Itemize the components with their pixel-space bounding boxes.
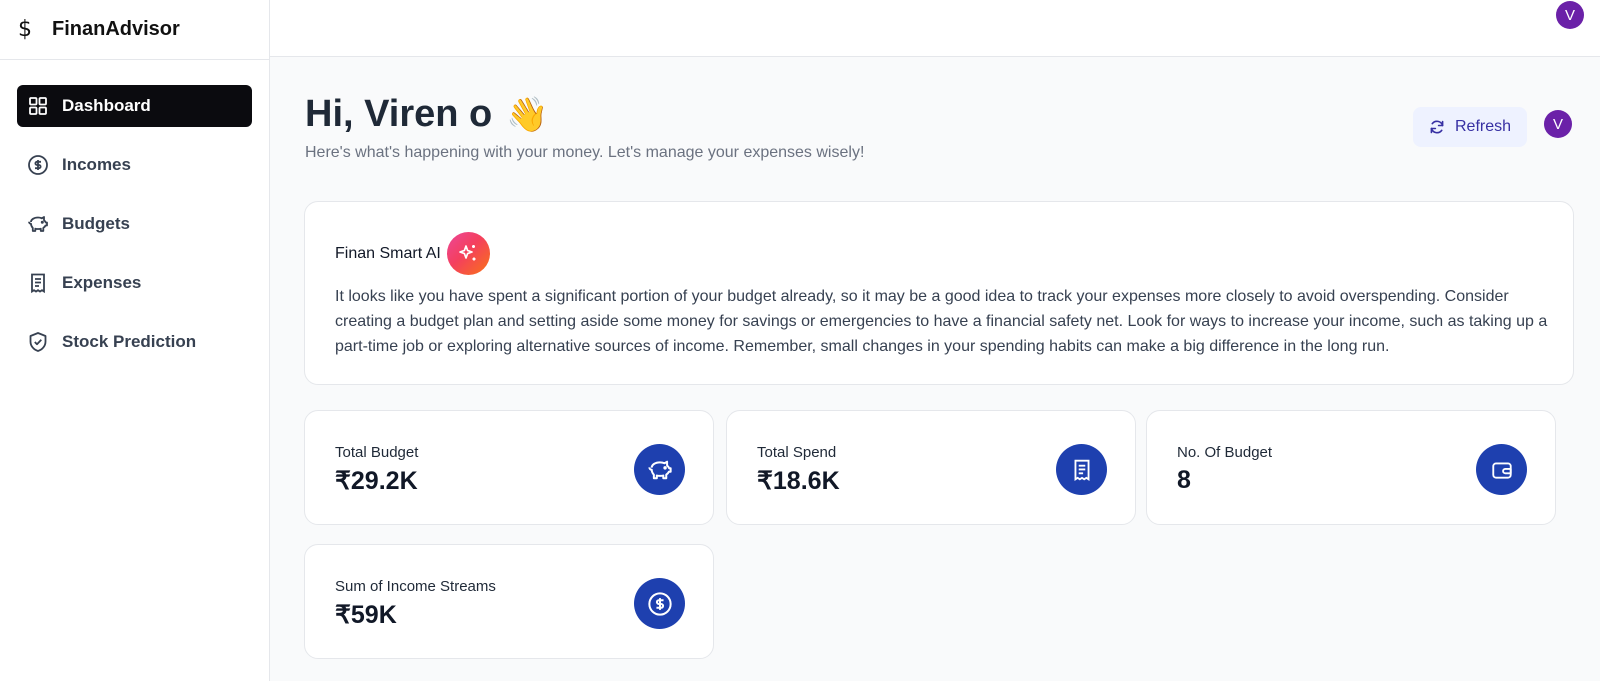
sidebar-item-incomes[interactable]: Incomes (17, 144, 252, 186)
stat-value: ₹18.6K (757, 467, 840, 495)
page-subtitle: Here's what's happening with your money.… (305, 144, 865, 161)
avatar[interactable]: V (1544, 110, 1572, 138)
grid-icon (27, 95, 49, 117)
app-name: FinanAdvisor (52, 18, 180, 40)
ai-card-header: Finan Smart AI (335, 232, 490, 275)
dollar-icon: $ (18, 17, 32, 42)
refresh-button[interactable]: Refresh (1413, 107, 1527, 147)
circle-dollar-icon (27, 154, 49, 176)
brand[interactable]: $ FinanAdvisor (0, 0, 269, 60)
sidebar-item-label: Dashboard (62, 96, 151, 115)
main-content: Hi, Viren o 👋 Here's what's happening wi… (270, 57, 1600, 681)
stat-card-no-of-budget: No. Of Budget 8 (1146, 410, 1556, 525)
sidebar: $ FinanAdvisor Dashboard Incomes Budgets… (0, 0, 270, 681)
stat-value: ₹29.2K (335, 467, 418, 495)
ai-insight-card: Finan Smart AI It looks like you have sp… (304, 201, 1574, 385)
page-title: Hi, Viren o 👋 (305, 93, 549, 136)
sidebar-item-label: Budgets (62, 214, 130, 233)
wallet-icon (1476, 444, 1527, 495)
refresh-label: Refresh (1454, 118, 1512, 135)
receipt-icon (1056, 444, 1107, 495)
circle-dollar-icon (634, 578, 685, 629)
sidebar-item-label: Expenses (62, 273, 142, 292)
stat-card-income-streams: Sum of Income Streams ₹59K (304, 544, 714, 659)
stat-label: Total Budget (335, 444, 419, 461)
sidebar-nav: Dashboard Incomes Budgets Expenses Stock… (0, 60, 269, 363)
stat-label: Total Spend (757, 444, 837, 461)
receipt-icon (27, 272, 49, 294)
sidebar-item-dashboard[interactable]: Dashboard (17, 85, 252, 127)
stat-label: No. Of Budget (1177, 444, 1273, 461)
piggy-bank-icon (27, 213, 49, 235)
sidebar-item-stock-prediction[interactable]: Stock Prediction (17, 321, 252, 363)
stat-card-total-budget: Total Budget ₹29.2K (304, 410, 714, 525)
sidebar-item-budgets[interactable]: Budgets (17, 203, 252, 245)
sidebar-item-label: Stock Prediction (62, 332, 197, 351)
top-bar: V (270, 0, 1600, 57)
sidebar-item-expenses[interactable]: Expenses (17, 262, 252, 304)
stat-card-total-spend: Total Spend ₹18.6K (726, 410, 1136, 525)
sparkles-icon (446, 232, 490, 275)
ai-advice-text: It looks like you have spent a significa… (335, 288, 1548, 355)
greeting-text: Hi, Viren o (305, 93, 493, 135)
ai-card-title: Finan Smart AI (335, 244, 441, 262)
wave-emoji: 👋 (506, 94, 549, 135)
stat-value: ₹59K (335, 601, 397, 629)
avatar[interactable]: V (1556, 1, 1584, 29)
refresh-icon (1429, 119, 1445, 135)
shield-check-icon (27, 331, 49, 353)
stat-label: Sum of Income Streams (335, 578, 496, 595)
piggy-bank-icon (634, 444, 685, 495)
stat-value: 8 (1177, 466, 1191, 494)
sidebar-item-label: Incomes (62, 155, 131, 174)
